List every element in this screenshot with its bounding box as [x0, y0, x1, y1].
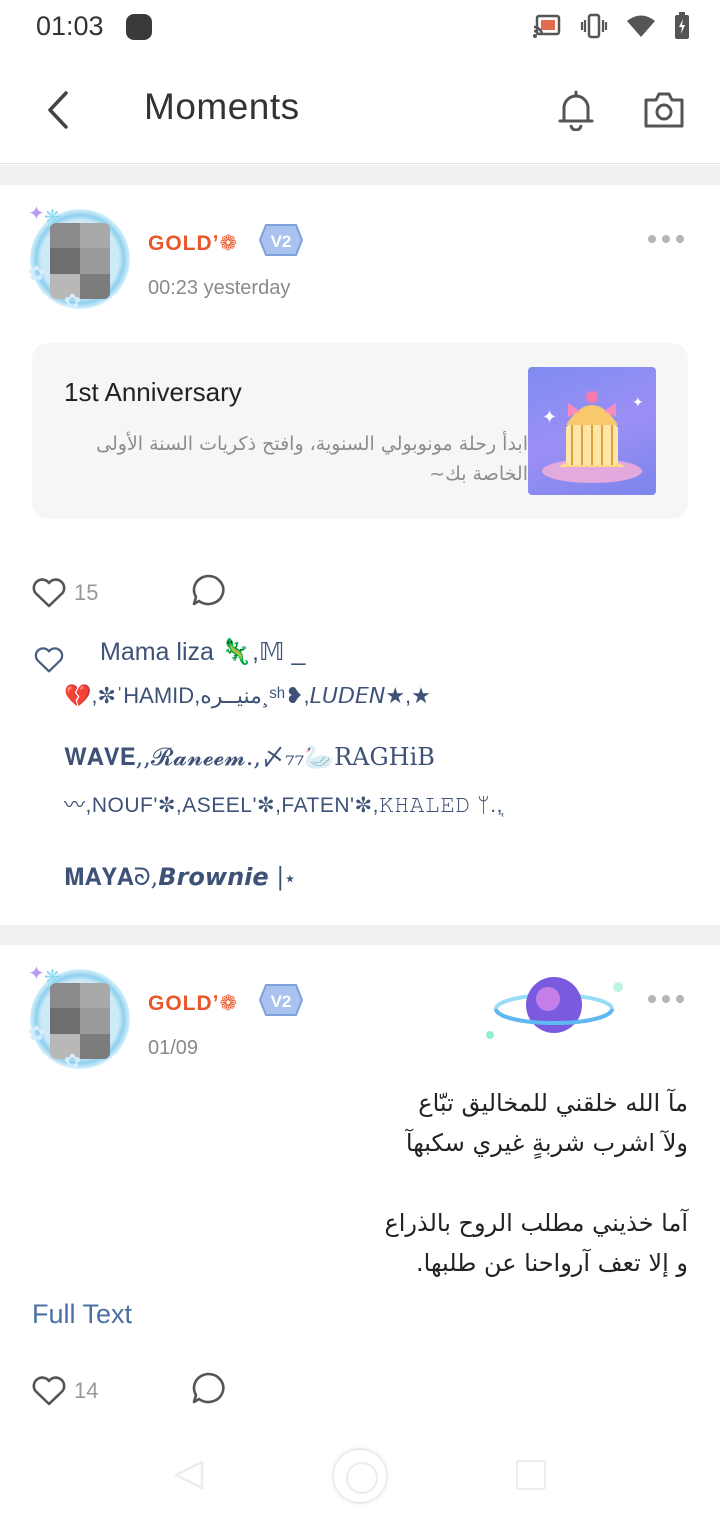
feather-deco-icon: ❋ [44, 207, 61, 229]
anniversary-carousel-icon: ✦ ✦ [542, 391, 644, 483]
liker-names[interactable]: Mama liza 🦎,𝕄 _ [100, 637, 305, 667]
avatar[interactable]: ✦ ❋ ✿ ✿ [24, 203, 136, 315]
moment-post: ✦ ❋ ✿ ✿ GOLDʼ❁ V2 00:23 yesterday 1st An… [0, 185, 720, 925]
heart-icon [34, 647, 64, 673]
like-count: 14 [74, 1377, 99, 1403]
liker-names[interactable]: 〰,NOUF'✼,ASEEL'✼,FATEN'✼,𝙺𝙷𝙰𝙻𝙴𝙳 ᛘ.,᷂ [64, 789, 503, 819]
page-title: Moments [144, 86, 300, 127]
flower-deco-icon: ✿ [28, 263, 45, 285]
nav-recents-button[interactable] [516, 1460, 546, 1490]
like-button[interactable]: 15 [32, 577, 190, 608]
status-time: 01:03 [36, 11, 104, 41]
share-card-thumbnail: ✦ ✦ [528, 367, 656, 495]
like-count: 15 [74, 579, 99, 605]
status-bar: 01:03 [0, 0, 720, 56]
wifi-icon [627, 15, 655, 37]
bell-icon [558, 90, 594, 131]
cast-icon [533, 14, 561, 38]
notification-dot-icon [126, 14, 152, 40]
vibrate-icon [580, 13, 608, 39]
svg-text:✦: ✦ [542, 407, 557, 427]
avatar[interactable]: ✦ ❋ ✿ ✿ [24, 963, 136, 1075]
more-icon [648, 235, 656, 243]
liker-names[interactable]: 𝐌𝐀𝐘𝐀ᘐ,𝘽𝙧𝙤𝙬𝙣𝙞𝙚 |⋆ [64, 863, 296, 891]
section-divider [0, 165, 720, 185]
flower-deco-icon: ✿ [64, 1051, 81, 1073]
like-button[interactable]: 14 [32, 1375, 190, 1406]
post-body-text: مآ الله خلقني للمخاليق تبّاع ولآ اشرب شر… [32, 1083, 688, 1283]
camera-icon [644, 92, 684, 128]
post-text-line: و إلا تعف آرواحنا عن طلبها. [416, 1249, 688, 1277]
vip-badge-icon: V2 [258, 984, 304, 1016]
comment-button[interactable] [190, 1371, 226, 1410]
liker-names[interactable]: 💔,✼ˈHAMID,منيــره¸ˢʰ❥,𝘓𝘜𝘋𝘌𝘕★,★ [64, 683, 431, 709]
more-options-button[interactable] [648, 995, 684, 1003]
status-icons [532, 12, 690, 40]
post-actions: 14 [32, 1371, 226, 1410]
back-button[interactable] [34, 84, 82, 136]
post-text-line: مآ الله خلقني للمخاليق تبّاع [418, 1089, 688, 1117]
svg-text:✦: ✦ [632, 394, 644, 410]
post-timestamp: 01/09 [148, 1037, 199, 1059]
post-text-line [32, 1163, 688, 1203]
svg-text:V2: V2 [271, 992, 292, 1011]
comment-icon [192, 574, 225, 606]
flower-deco-icon: ✿ [28, 1023, 45, 1045]
section-divider [0, 925, 720, 945]
comment-icon [192, 1372, 225, 1404]
username[interactable]: GOLDʼ❁ [148, 991, 238, 1016]
crown-deco-icon: ✦ [28, 203, 45, 225]
notifications-button[interactable] [552, 82, 600, 138]
vip-badge-icon: V2 [258, 224, 304, 256]
heart-icon [32, 1375, 66, 1405]
avatar-image [50, 223, 110, 299]
share-card-description: ابدأ رحلة مونوبولي السنوية، وافتح ذكريات… [96, 433, 528, 485]
heart-icon [32, 577, 66, 607]
nav-back-icon[interactable] [172, 1458, 204, 1492]
svg-text:V2: V2 [271, 232, 292, 251]
nav-home-button[interactable] [332, 1448, 388, 1504]
app-header: Moments [0, 56, 720, 164]
flower-deco-icon: ✿ [64, 291, 81, 313]
username[interactable]: GOLDʼ❁ [148, 231, 238, 256]
crown-deco-icon: ✦ [28, 963, 45, 985]
battery-icon [675, 12, 689, 39]
post-text-line: آما خذيني مطلب الروح بالذراع [384, 1209, 688, 1237]
planet-sticker-icon [486, 977, 623, 1039]
liker-names[interactable]: 𝐖𝐀𝐕𝐄,,𝓡𝓪𝓷𝓮𝓮𝓶.,〆₇₇🦢RAGHiB [64, 737, 435, 772]
back-arrow-icon [48, 91, 68, 129]
share-card-title: 1st Anniversary [64, 377, 242, 407]
post-timestamp: 00:23 yesterday [148, 277, 291, 299]
more-options-button[interactable] [648, 235, 684, 243]
more-icon [648, 995, 656, 1003]
system-nav-bar [0, 1430, 720, 1520]
comment-button[interactable] [190, 573, 226, 612]
moment-post: ✦ ❋ ✿ ✿ GOLDʼ❁ V2 01/09 مآ الله خلقني لل… [0, 945, 720, 1430]
feather-deco-icon: ❋ [44, 967, 61, 989]
full-text-link[interactable]: Full Text [32, 1299, 132, 1330]
post-text-line: ولآ اشرب شربةٍ غيري سكبهآ [405, 1129, 688, 1157]
avatar-image [50, 983, 110, 1059]
camera-button[interactable] [638, 84, 690, 136]
post-actions: 15 [32, 573, 226, 612]
shared-event-card[interactable]: 1st Anniversary ابدأ رحلة مونوبولي السنو… [32, 343, 688, 519]
